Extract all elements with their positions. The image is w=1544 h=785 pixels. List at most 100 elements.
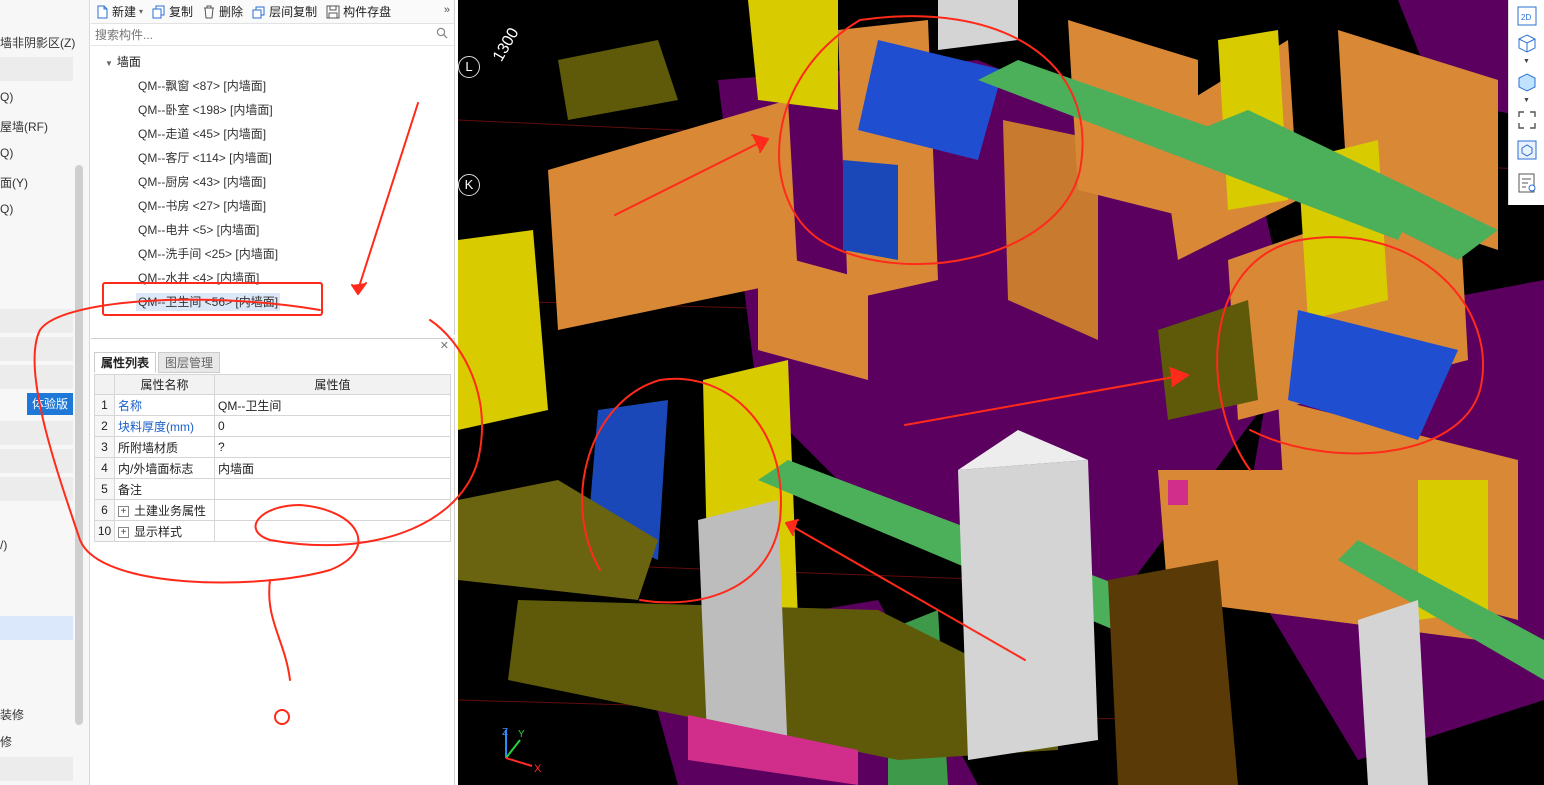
search-icon[interactable]: [436, 27, 448, 42]
tree-item[interactable]: QM--走道 <45> [内墙面]: [91, 122, 454, 146]
expand-plus-icon[interactable]: +: [118, 505, 129, 517]
axis-x-label: X: [534, 763, 542, 775]
nav-bar-selected[interactable]: [0, 616, 73, 640]
row-number: 6: [94, 499, 115, 521]
svg-text:2D: 2D: [1521, 13, 1531, 22]
fullscreen-icon[interactable]: [1517, 110, 1537, 130]
table-row[interactable]: 3 所附墙材质 ?: [94, 436, 451, 458]
copy-icon: [152, 5, 166, 19]
copy-button[interactable]: 复制: [152, 3, 193, 20]
tree-item[interactable]: QM--卧室 <198> [内墙面]: [91, 98, 454, 122]
axis-z-label: Z: [502, 727, 508, 738]
property-value-input[interactable]: 0: [214, 415, 451, 437]
caret-down-icon[interactable]: ▼: [105, 52, 113, 76]
document-view-icon[interactable]: [1517, 173, 1537, 193]
tab-property-list[interactable]: 属性列表: [94, 352, 157, 373]
property-name: 内/外墙面标志: [114, 457, 215, 479]
component-tree: ▼ 墙面 QM--飘窗 <87> [内墙面] QM--卧室 <198> [内墙面]…: [91, 46, 454, 314]
property-name: 名称: [114, 394, 215, 416]
trial-badge[interactable]: 体验版: [27, 393, 73, 415]
tree-item[interactable]: QM--洗手间 <25> [内墙面]: [91, 242, 454, 266]
property-value-input[interactable]: ?: [214, 436, 451, 458]
tree-item[interactable]: QM--水井 <4> [内墙面]: [91, 266, 454, 290]
search-input[interactable]: [95, 27, 436, 42]
nav-bar[interactable]: [0, 365, 73, 389]
table-row[interactable]: 2 块料厚度(mm) 0: [94, 415, 451, 437]
property-value: [214, 499, 451, 521]
tree-item[interactable]: QM--客厅 <114> [内墙面]: [91, 146, 454, 170]
tree-item[interactable]: QM--厨房 <43> [内墙面]: [91, 170, 454, 194]
property-value-input[interactable]: 内墙面: [214, 457, 451, 479]
nav-bar[interactable]: [0, 337, 73, 361]
table-row[interactable]: 6 + 土建业务属性: [94, 499, 451, 521]
chevron-down-icon[interactable]: ▼: [1523, 97, 1530, 104]
nav-bar[interactable]: [0, 421, 73, 445]
header-num: [94, 374, 115, 395]
save-component-button[interactable]: 构件存盘: [326, 3, 391, 20]
table-header: 属性名称 属性值: [94, 374, 451, 395]
property-name: 块料厚度(mm): [114, 415, 215, 437]
delete-button[interactable]: 删除: [202, 3, 243, 20]
close-icon[interactable]: ✕: [440, 339, 449, 352]
property-group[interactable]: + 显示样式: [114, 520, 215, 542]
3d-box-icon[interactable]: [1517, 33, 1537, 53]
nav-item[interactable]: 修: [0, 733, 12, 750]
2d-view-icon[interactable]: 2D: [1517, 6, 1537, 26]
property-tabs: 属性列表 图层管理: [94, 352, 222, 373]
table-row[interactable]: 5 备注: [94, 478, 451, 500]
nav-bar[interactable]: [0, 57, 73, 81]
row-number: 4: [94, 457, 115, 479]
more-icon[interactable]: »: [444, 4, 450, 16]
property-value-input[interactable]: QM--卫生间: [214, 394, 451, 416]
row-number: 1: [94, 394, 115, 416]
3d-model-render: Z Y X: [458, 0, 1544, 785]
tree-item[interactable]: QM--书房 <27> [内墙面]: [91, 194, 454, 218]
header-property-value: 属性值: [214, 374, 451, 395]
tree-item[interactable]: QM--电井 <5> [内墙面]: [91, 218, 454, 242]
view-toolbar: 2D ▼ ▼: [1508, 0, 1544, 205]
property-name: 备注: [114, 478, 215, 500]
table-row[interactable]: 1 名称 QM--卫生间: [94, 394, 451, 416]
grid-axis-label: L: [458, 56, 480, 78]
axis-y-label: Y: [518, 729, 525, 740]
save-icon: [326, 5, 340, 19]
nav-bar[interactable]: [0, 449, 73, 473]
nav-item[interactable]: Q): [0, 90, 13, 104]
nav-item[interactable]: Q): [0, 146, 13, 160]
nav-item[interactable]: 屋墙(RF): [0, 118, 48, 135]
nav-scrollbar[interactable]: [75, 165, 83, 725]
chevron-down-icon[interactable]: ▾: [139, 7, 143, 16]
property-name: 所附墙材质: [114, 436, 215, 458]
tree-root[interactable]: ▼ 墙面: [91, 50, 454, 74]
nav-item[interactable]: 装修: [0, 706, 24, 723]
expand-plus-icon[interactable]: +: [118, 526, 129, 538]
nav-item[interactable]: 墙非阴影区(Z): [0, 34, 75, 51]
chevron-down-icon[interactable]: ▼: [1523, 58, 1530, 65]
component-panel: 新建 ▾ 复制 删除 层间复制 构件存盘 » ▼墙面 QM--飘窗 <87> […: [91, 0, 455, 335]
row-number: 5: [94, 478, 115, 500]
nav-item[interactable]: Q): [0, 202, 13, 216]
view-cube-icon[interactable]: [1517, 140, 1537, 160]
solid-view-icon[interactable]: [1517, 72, 1537, 92]
tab-layer-management[interactable]: 图层管理: [158, 352, 221, 373]
nav-item[interactable]: 面(Y): [0, 174, 28, 191]
3d-viewport[interactable]: Z Y X L K 1300: [458, 0, 1544, 785]
table-row[interactable]: 4 内/外墙面标志 内墙面: [94, 457, 451, 479]
row-number: 2: [94, 415, 115, 437]
floor-copy-button[interactable]: 层间复制: [252, 3, 317, 20]
nav-bar[interactable]: [0, 309, 73, 333]
property-value-input[interactable]: [214, 478, 451, 500]
layer-copy-icon: [252, 5, 266, 19]
property-group[interactable]: + 土建业务属性: [114, 499, 215, 521]
new-button[interactable]: 新建 ▾: [95, 3, 143, 20]
header-property-name: 属性名称: [114, 374, 215, 395]
nav-bar[interactable]: [0, 757, 73, 781]
tree-item-selected[interactable]: QM--卫生间 <56> [内墙面]: [91, 290, 454, 314]
properties-panel: ✕ 属性列表 图层管理 属性名称 属性值 1 名称 QM--卫生间 2 块料厚度…: [91, 338, 455, 785]
row-number: 3: [94, 436, 115, 458]
new-file-icon: [95, 5, 109, 19]
tree-item[interactable]: QM--飘窗 <87> [内墙面]: [91, 74, 454, 98]
nav-item[interactable]: /): [0, 538, 7, 552]
table-row[interactable]: 10 + 显示样式: [94, 520, 451, 542]
nav-bar[interactable]: [0, 477, 73, 501]
